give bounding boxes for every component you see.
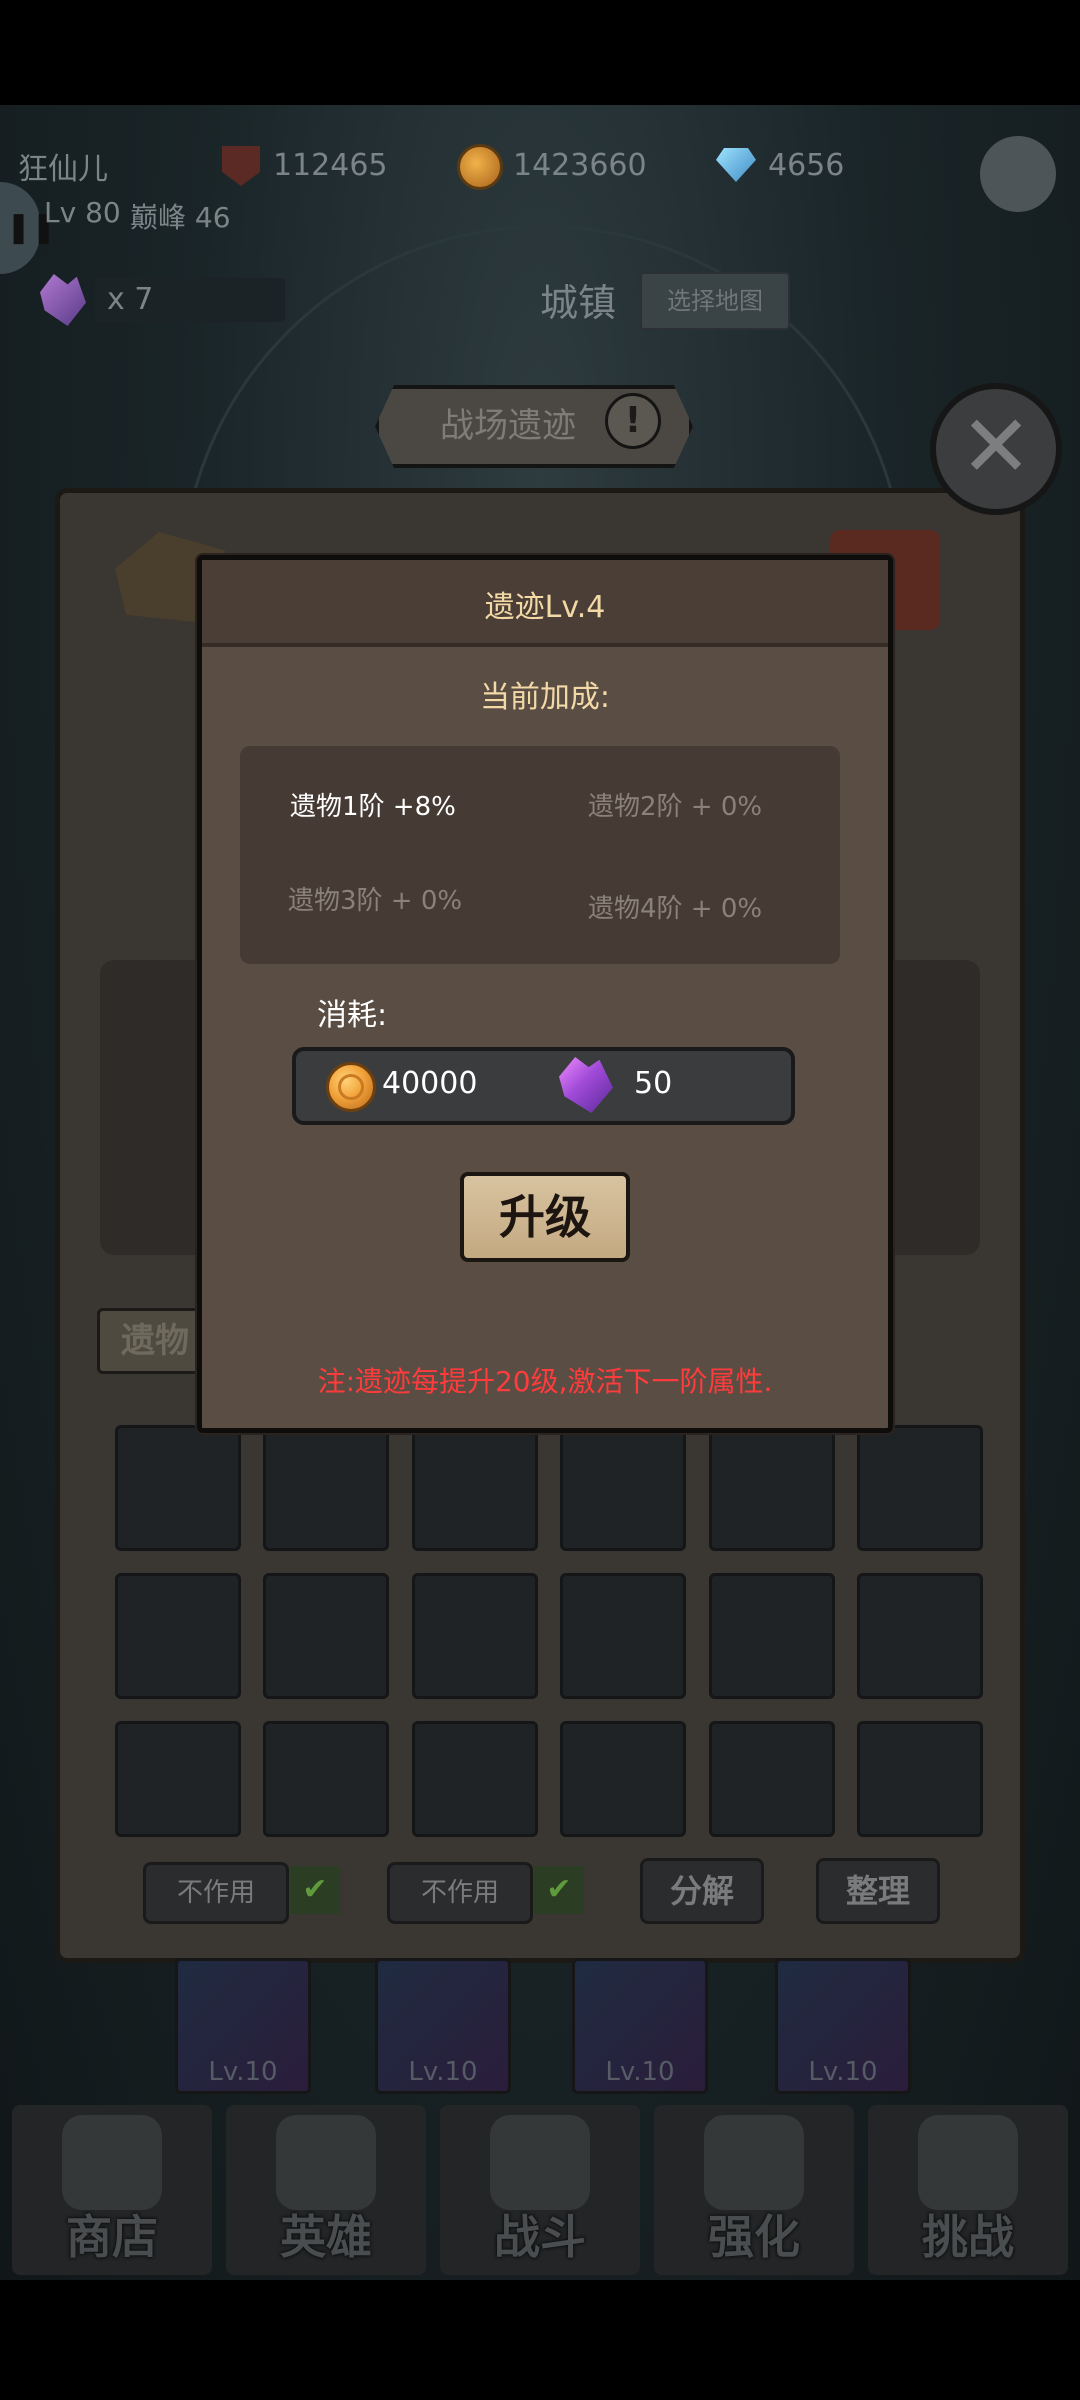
panel-title: 战场遗迹: [440, 406, 576, 446]
bonus-panel: 遗物1阶 +8% 遗物2阶 + 0% 遗物3阶 + 0% 遗物4阶 + 0%: [240, 746, 840, 964]
info-icon[interactable]: !: [605, 393, 661, 449]
nav-enhance[interactable]: 强化: [654, 2105, 854, 2275]
cost-bar: 40000 50: [292, 1047, 795, 1125]
bonus-tier-2: 遗物2阶 + 0%: [588, 792, 763, 822]
nav-shop[interactable]: 商店: [12, 2105, 212, 2275]
filter-toggle-2[interactable]: 不作用: [387, 1862, 533, 1924]
nav-challenge-label: 挑战: [922, 2210, 1014, 2264]
nav-hero-label: 英雄: [280, 2210, 372, 2264]
nav-shop-label: 商店: [66, 2210, 158, 2264]
nav-hero[interactable]: 英雄: [226, 2105, 426, 2275]
skill-slot[interactable]: Lv.10: [572, 1958, 708, 2094]
power-value: 112465: [273, 148, 388, 183]
hammer-icon: [704, 2115, 804, 2210]
organize-button[interactable]: 整理: [816, 1858, 940, 1924]
inventory-slot[interactable]: [115, 1573, 241, 1699]
inventory-slot[interactable]: [263, 1425, 389, 1551]
bonus-tier-4: 遗物4阶 + 0%: [588, 894, 763, 924]
diamond-value: 4656: [768, 148, 845, 183]
player-level: Lv 80: [44, 196, 121, 229]
nav-battle[interactable]: 战斗: [440, 2105, 640, 2275]
nav-challenge[interactable]: 挑战: [868, 2105, 1068, 2275]
inventory-slot[interactable]: [560, 1425, 686, 1551]
select-map-button[interactable]: 选择地图: [640, 272, 790, 330]
skill-level: Lv.10: [605, 2057, 675, 2087]
close-icon: ✕: [959, 397, 1033, 497]
inventory-slot[interactable]: [857, 1573, 983, 1699]
gear-icon[interactable]: [980, 136, 1056, 212]
peak-level: 巅峰 46: [130, 201, 231, 234]
current-bonus-label: 当前加成:: [479, 680, 611, 715]
crystal-count: x 7: [107, 282, 154, 317]
close-button[interactable]: ✕: [930, 383, 1062, 515]
inventory-slot[interactable]: [857, 1425, 983, 1551]
skill-slot[interactable]: Lv.10: [175, 1958, 311, 2094]
gold-value: 1423660: [513, 148, 647, 183]
inventory-slot[interactable]: [263, 1721, 389, 1837]
bonus-tier-1: 遗物1阶 +8%: [290, 792, 456, 822]
inventory-slot[interactable]: [412, 1573, 538, 1699]
dialog-title: 遗迹Lv.4: [484, 590, 606, 625]
cost-gold: 40000: [382, 1066, 478, 1101]
upgrade-note: 注:遗迹每提升20级,激活下一阶属性.: [317, 1365, 773, 1398]
skill-level: Lv.10: [408, 2057, 478, 2087]
inventory-slot[interactable]: [412, 1425, 538, 1551]
location-label: 城镇: [540, 281, 617, 325]
inventory-slot[interactable]: [560, 1573, 686, 1699]
inventory-slot[interactable]: [560, 1721, 686, 1837]
cost-crystal: 50: [634, 1066, 673, 1101]
shop-icon: [62, 2115, 162, 2210]
crossed-swords-icon: [490, 2115, 590, 2210]
nav-battle-label: 战斗: [494, 2210, 586, 2264]
hero-helmet-icon: [276, 2115, 376, 2210]
checkmark-icon[interactable]: ✔: [290, 1866, 340, 1914]
decompose-button[interactable]: 分解: [640, 1858, 764, 1924]
relic-upgrade-dialog: 遗迹Lv.4 当前加成: 遗物1阶 +8% 遗物2阶 + 0% 遗物3阶 + 0…: [197, 555, 893, 1433]
checkmark-icon[interactable]: ✔: [534, 1866, 584, 1914]
bonus-tier-3: 遗物3阶 + 0%: [288, 886, 463, 916]
skill-level: Lv.10: [208, 2057, 278, 2087]
gold-coin-icon: [457, 144, 503, 190]
inventory-slot[interactable]: [263, 1573, 389, 1699]
filter-toggle-1[interactable]: 不作用: [143, 1862, 289, 1924]
purple-crystal-icon: [559, 1057, 613, 1113]
challenge-icon: [918, 2115, 1018, 2210]
inventory-slot[interactable]: [709, 1425, 835, 1551]
inventory-slot[interactable]: [115, 1721, 241, 1837]
inventory-slot[interactable]: [857, 1721, 983, 1837]
skill-level: Lv.10: [808, 2057, 878, 2087]
inventory-slot[interactable]: [412, 1721, 538, 1837]
inventory-slot[interactable]: [709, 1721, 835, 1837]
player-name: 狂仙儿: [18, 152, 108, 187]
gold-coin-icon: [326, 1062, 376, 1112]
upgrade-button[interactable]: 升级: [460, 1172, 630, 1262]
skill-slot[interactable]: Lv.10: [775, 1958, 911, 2094]
inventory-slot[interactable]: [115, 1425, 241, 1551]
tab-relic[interactable]: 遗物: [97, 1308, 213, 1374]
skill-slot[interactable]: Lv.10: [375, 1958, 511, 2094]
nav-enhance-label: 强化: [708, 2210, 800, 2264]
crystal-count-bar: x 7: [95, 278, 285, 322]
inventory-slot[interactable]: [709, 1573, 835, 1699]
cost-label: 消耗:: [317, 998, 388, 1033]
